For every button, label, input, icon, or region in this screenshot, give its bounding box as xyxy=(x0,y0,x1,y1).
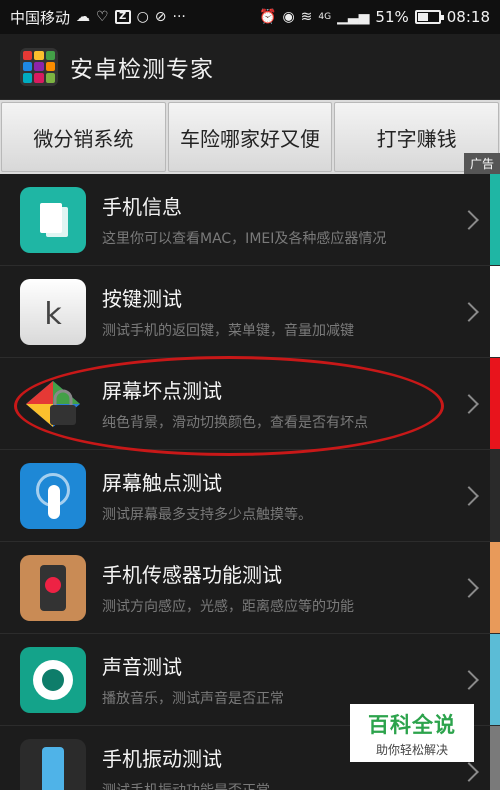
color-stripe xyxy=(490,542,500,633)
screen-dead-pixel-icon xyxy=(20,371,86,437)
watermark-logo: 百科全说 助你轻松解决 xyxy=(350,704,474,762)
item-title: 声音测试 xyxy=(102,655,182,679)
chevron-right-icon xyxy=(459,393,479,414)
color-stripe xyxy=(490,174,500,265)
app-title: 安卓检测专家 xyxy=(70,56,214,83)
item-description: 这里你可以查看MAC，IMEI及各种感应器情况 xyxy=(102,231,387,247)
ad-button-2[interactable]: 车险哪家好又便 xyxy=(167,102,333,172)
logo-tile xyxy=(45,61,55,72)
item-title: 屏幕坏点测试 xyxy=(102,379,222,403)
item-title: 屏幕触点测试 xyxy=(102,471,222,495)
status-left: 中国移动 ☁ ♡ Z ○ ⊘ ··· xyxy=(10,7,186,28)
ad-label: 广告 xyxy=(463,153,500,174)
eye-off-icon: ⊘ xyxy=(154,9,167,25)
vibration-icon xyxy=(20,738,86,790)
app-bar: 安卓检测专家 xyxy=(0,34,500,100)
list-item-key-test[interactable]: k 按键测试 测试手机的返回键，菜单键，音量加减键 xyxy=(0,266,500,358)
logo-tile xyxy=(23,73,33,83)
watermark-title: 百科全说 xyxy=(368,712,456,737)
heart-rate-icon: ♡ xyxy=(96,9,109,25)
logo-tile xyxy=(23,50,33,60)
z-app-icon: Z xyxy=(114,10,131,24)
color-stripe xyxy=(490,726,500,790)
sensor-icon xyxy=(20,554,86,621)
logo-tile xyxy=(34,61,44,72)
clock: 08:18 xyxy=(446,8,490,26)
keyboard-key-icon: k xyxy=(20,278,86,345)
chevron-right-icon xyxy=(459,761,479,782)
color-stripe xyxy=(490,358,500,449)
signal-icon: ▁▃▅ xyxy=(337,9,370,25)
carrier-label: 中国移动 xyxy=(10,8,71,27)
chevron-right-icon xyxy=(459,301,479,322)
item-description: 测试屏幕最多支持多少点触摸等。 xyxy=(102,507,312,523)
battery-icon xyxy=(414,10,444,24)
logo-tile xyxy=(34,73,44,83)
logo-tile xyxy=(23,61,33,72)
item-description: 测试手机的返回键，菜单键，音量加减键 xyxy=(102,323,354,339)
item-description: 测试手机振动功能是否正常 xyxy=(102,780,270,790)
more-notifications-icon: ··· xyxy=(172,9,186,25)
color-stripe xyxy=(490,450,500,541)
logo-tile xyxy=(34,50,44,60)
item-title: 手机传感器功能测试 xyxy=(102,563,282,587)
list-item-dead-pixel-test[interactable]: 屏幕坏点测试 纯色背景，滑动切换颜色，查看是否有坏点 xyxy=(0,358,500,450)
ad-banner: 微分销系统 车险哪家好又便 打字赚钱 广告 xyxy=(0,100,500,174)
battery-level-fill xyxy=(417,13,428,21)
list-item-touch-test[interactable]: 屏幕触点测试 测试屏幕最多支持多少点触摸等。 xyxy=(0,450,500,542)
chevron-right-icon xyxy=(459,669,479,690)
list-item-phone-info[interactable]: 手机信息 这里你可以查看MAC，IMEI及各种感应器情况 xyxy=(0,174,500,266)
sound-icon xyxy=(20,646,86,713)
battery-percent: 51% xyxy=(375,8,409,26)
circle-icon: ○ xyxy=(136,9,149,25)
weather-icon: ☁ xyxy=(76,9,91,25)
network-type-label: 4G xyxy=(318,12,332,22)
wifi-icon: ≋ xyxy=(300,9,313,25)
app-logo-icon xyxy=(20,47,58,86)
watermark-subtitle: 助你轻松解决 xyxy=(375,742,448,757)
item-title: 按键测试 xyxy=(102,287,182,311)
ad-button-1[interactable]: 微分销系统 xyxy=(1,102,166,172)
color-stripe xyxy=(490,634,500,725)
chevron-right-icon xyxy=(459,577,479,598)
item-description: 纯色背景，滑动切换颜色，查看是否有坏点 xyxy=(102,415,368,431)
color-stripe xyxy=(490,266,500,357)
item-title: 手机信息 xyxy=(102,195,182,219)
item-description: 测试方向感应，光感，距离感应等的功能 xyxy=(102,599,354,615)
status-bar: 中国移动 ☁ ♡ Z ○ ⊘ ··· ⏰ ◉ ≋ 4G ▁▃▅ 51% 08:1… xyxy=(0,0,500,34)
chevron-right-icon xyxy=(459,209,479,230)
chevron-right-icon xyxy=(459,485,479,506)
alarm-icon: ⏰ xyxy=(259,9,277,25)
item-title: 手机振动测试 xyxy=(102,747,222,771)
eye-icon: ◉ xyxy=(282,9,295,25)
logo-tile xyxy=(45,50,55,60)
phone-info-icon xyxy=(20,186,86,253)
feature-list: 手机信息 这里你可以查看MAC，IMEI及各种感应器情况 k 按键测试 测试手机… xyxy=(0,174,500,790)
status-right: ⏰ ◉ ≋ 4G ▁▃▅ 51% 08:18 xyxy=(259,8,490,26)
list-item-sensor-test[interactable]: 手机传感器功能测试 测试方向感应，光感，距离感应等的功能 xyxy=(0,542,500,634)
item-description: 播放音乐，测试声音是否正常 xyxy=(102,691,284,707)
touch-point-icon xyxy=(20,462,86,529)
logo-tile xyxy=(45,73,55,83)
